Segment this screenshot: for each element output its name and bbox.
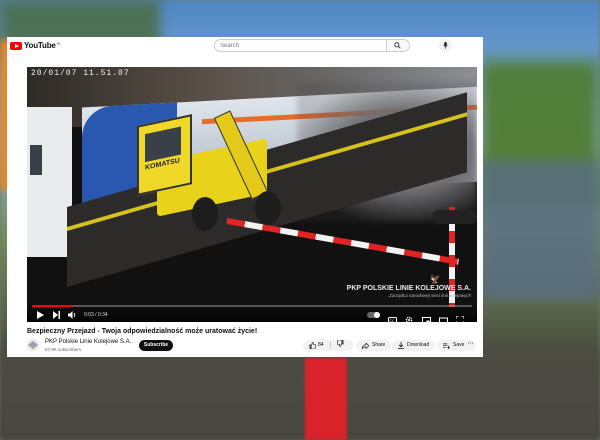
more-dots-icon: ⋯ bbox=[467, 341, 474, 347]
theater-mode-button[interactable] bbox=[439, 311, 448, 322]
settings-button[interactable] bbox=[405, 311, 414, 322]
time-display: 0:03 / 0:34 bbox=[84, 311, 108, 319]
svg-text:CC: CC bbox=[390, 319, 395, 322]
download-label: Download bbox=[407, 342, 430, 348]
video-player[interactable]: KOMATSU 20/01/07 11.51.07 🦅 PKP POLSKIE … bbox=[27, 67, 477, 322]
youtube-window: YouTube PL Search KOMATSU 20/01/07 11.51… bbox=[7, 37, 483, 357]
time-total: 0:34 bbox=[97, 312, 108, 318]
player-controls: 0:03 / 0:34 CC bbox=[27, 302, 477, 322]
pkp-watermark: 🦅 PKP POLSKIE LINIE KOLEJOWE S.A. Zarząd… bbox=[347, 274, 471, 298]
download-icon bbox=[398, 342, 404, 349]
channel-name[interactable]: PKP Polskie Linie Kolejowe S.A. bbox=[45, 339, 131, 345]
pkp-logo-icon bbox=[28, 341, 38, 349]
microphone-icon bbox=[443, 42, 448, 49]
next-icon bbox=[52, 311, 60, 319]
like-button[interactable]: 84 bbox=[309, 340, 324, 351]
truck-cab bbox=[27, 107, 72, 257]
watermark-subtitle: Zarządca narodowej sieci linii kolejowyc… bbox=[388, 293, 471, 298]
more-actions-button[interactable]: ⋯ bbox=[465, 340, 476, 351]
progress-bar[interactable] bbox=[32, 305, 472, 307]
time-current: 0:03 bbox=[84, 312, 94, 318]
save-playlist-icon bbox=[443, 343, 450, 349]
youtube-logo[interactable]: YouTube PL bbox=[10, 41, 62, 50]
subtitles-button[interactable]: CC bbox=[388, 311, 397, 322]
subtitles-icon: CC bbox=[388, 317, 397, 322]
voice-search-button[interactable] bbox=[439, 39, 452, 52]
subscriber-count: 67.9K subscribers bbox=[45, 347, 82, 352]
fullscreen-icon bbox=[455, 315, 465, 322]
next-button[interactable] bbox=[51, 311, 61, 319]
watermark-name: PKP POLSKIE LINIE KOLEJOWE S.A. bbox=[346, 285, 471, 292]
play-icon bbox=[36, 311, 44, 319]
video-frame: KOMATSU 20/01/07 11.51.07 🦅 PKP POLSKIE … bbox=[27, 67, 477, 322]
volume-icon bbox=[67, 311, 75, 319]
miniplayer-button[interactable] bbox=[422, 311, 431, 322]
like-dislike-group: 84 bbox=[303, 339, 353, 352]
top-bar: YouTube PL bbox=[7, 37, 483, 57]
theater-icon bbox=[439, 317, 448, 322]
excavator: KOMATSU bbox=[137, 110, 307, 231]
progress-fill bbox=[32, 305, 72, 307]
channel-avatar[interactable] bbox=[27, 339, 39, 351]
dislike-button[interactable] bbox=[336, 339, 344, 352]
volume-button[interactable] bbox=[67, 311, 77, 319]
thumbs-up-icon bbox=[309, 342, 316, 349]
share-label: Share bbox=[372, 342, 386, 348]
search-button[interactable] bbox=[386, 40, 409, 51]
country-code: PL bbox=[56, 40, 62, 46]
fullscreen-button[interactable] bbox=[455, 311, 465, 322]
miniplayer-icon bbox=[422, 317, 431, 322]
logo-text: YouTube bbox=[24, 41, 56, 50]
autoplay-toggle[interactable] bbox=[367, 312, 380, 318]
save-label: Save bbox=[453, 342, 465, 348]
cctv-timestamp: 20/01/07 11.51.07 bbox=[31, 69, 130, 78]
share-button[interactable]: Share bbox=[356, 340, 392, 351]
search-input[interactable] bbox=[220, 40, 405, 51]
blurred-red-post bbox=[305, 358, 347, 440]
search-icon bbox=[394, 42, 401, 49]
subscribe-button[interactable]: Subscribe bbox=[139, 340, 173, 351]
thumbs-down-icon bbox=[336, 339, 344, 347]
crossing-lights bbox=[432, 210, 477, 224]
youtube-play-icon bbox=[10, 41, 22, 50]
search-box bbox=[214, 39, 410, 52]
share-icon bbox=[362, 342, 369, 349]
play-button[interactable] bbox=[35, 311, 45, 319]
download-button[interactable]: Download bbox=[392, 340, 436, 351]
like-count: 84 bbox=[318, 342, 324, 348]
crossing-barrier bbox=[226, 218, 459, 265]
video-title: Bezpieczny Przejazd - Twoja odpowiedzial… bbox=[27, 328, 258, 335]
settings-icon bbox=[405, 316, 413, 322]
pkp-eagle-logo: 🦅 bbox=[429, 274, 441, 284]
